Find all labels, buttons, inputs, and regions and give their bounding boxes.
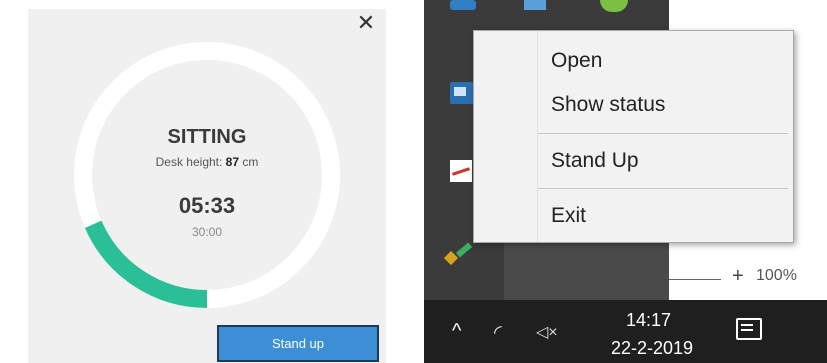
desk-app-tray-icon[interactable] bbox=[443, 242, 476, 269]
target-duration: 30:00 bbox=[191, 225, 223, 239]
menu-separator bbox=[538, 188, 788, 189]
desk-app-logo-part bbox=[455, 242, 473, 258]
tray-context-menu: Open Show status Stand Up Exit bbox=[473, 30, 794, 243]
volume-muted-icon[interactable]: ◁× bbox=[536, 322, 558, 342]
progress-ring bbox=[74, 42, 340, 308]
desk-state-label: SITTING bbox=[167, 126, 247, 148]
desk-height-label: Desk height: bbox=[155, 155, 223, 169]
pen-tray-icon[interactable] bbox=[450, 160, 472, 182]
close-icon[interactable]: ✕ bbox=[354, 11, 378, 35]
zoom-in-icon[interactable]: + bbox=[732, 265, 744, 288]
green-app-tray-icon[interactable] bbox=[600, 0, 628, 12]
app-tray-icon[interactable] bbox=[450, 0, 476, 10]
chevron-up-icon[interactable]: ^ bbox=[452, 320, 461, 343]
zoom-slider[interactable] bbox=[669, 279, 721, 280]
clock-date[interactable]: 22-2-2019 bbox=[611, 338, 693, 359]
menu-item-show-status[interactable]: Show status bbox=[538, 88, 801, 122]
menu-separator bbox=[538, 133, 788, 134]
zoom-level: 100% bbox=[756, 267, 797, 284]
clock-time[interactable]: 14:17 bbox=[626, 310, 671, 331]
network-tray-icon[interactable] bbox=[524, 0, 546, 10]
tray-panel-background bbox=[504, 240, 669, 300]
desktop-area: + 100% ^ ◜ ◁× 14:17 22-2-2019 Open Show … bbox=[424, 0, 827, 363]
taskbar: ^ ◜ ◁× 14:17 22-2-2019 bbox=[424, 300, 827, 363]
wifi-icon[interactable]: ◜ bbox=[494, 320, 502, 345]
menu-item-stand-up[interactable]: Stand Up bbox=[538, 144, 801, 178]
menu-item-open[interactable]: Open bbox=[538, 44, 801, 78]
desk-height-unit: cm bbox=[242, 155, 259, 169]
stand-up-button[interactable]: Stand up bbox=[217, 325, 379, 362]
menu-item-exit[interactable]: Exit bbox=[538, 199, 801, 233]
desk-height-value: 87 bbox=[225, 155, 240, 169]
desk-status-widget: ✕ SITTING Desk height: 87 cm 05:33 30:00… bbox=[28, 9, 386, 363]
desk-height-line: Desk height: 87 cm bbox=[107, 155, 307, 169]
display-tray-icon[interactable] bbox=[450, 82, 474, 104]
elapsed-timer: 05:33 bbox=[178, 193, 236, 218]
notification-icon[interactable] bbox=[736, 318, 762, 340]
